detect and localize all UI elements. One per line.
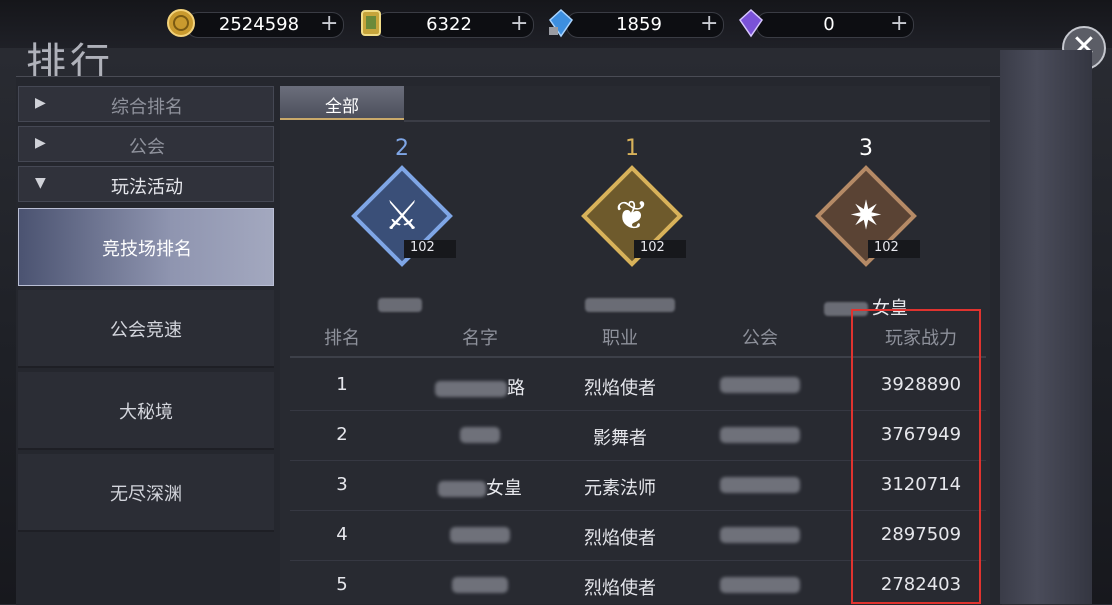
blue-crystal-currency: 1859 + xyxy=(546,8,726,38)
radiant-emblem-icon: ✷ xyxy=(849,193,883,239)
podium-rank-2[interactable]: 2 ⚔ 102 xyxy=(322,136,482,326)
phoenix-emblem-icon: ❦ xyxy=(615,193,649,239)
podium-rank-1[interactable]: 1 ❦ 102 xyxy=(552,136,712,326)
submenu-guild-race[interactable]: 公会竞速 xyxy=(18,290,274,368)
ticket-card-icon xyxy=(361,10,381,36)
menu-guild[interactable]: ▶ 公会 xyxy=(18,126,274,162)
add-ticket-button[interactable]: + xyxy=(510,13,528,35)
crossed-swords-emblem-icon: ⚔ xyxy=(384,193,420,239)
submenu-mythic-dungeon[interactable]: 大秘境 xyxy=(18,372,274,450)
add-purple-crystal-button[interactable]: + xyxy=(890,13,908,35)
add-blue-crystal-button[interactable]: + xyxy=(700,13,718,35)
submenu-arena-ranking[interactable]: 竞技场排名 xyxy=(18,208,274,286)
menu-gameplay-activities[interactable]: ▼ 玩法活动 xyxy=(18,166,274,202)
currency-bar: 2524598 + 6322 + 1859 + 0 + xyxy=(0,0,1112,48)
ticket-currency: 6322 + xyxy=(356,10,536,38)
tab-all[interactable]: 全部 xyxy=(280,86,404,120)
decorative-side-panel xyxy=(1000,50,1092,604)
blue-crystal-locked-icon xyxy=(549,8,573,38)
purple-crystal-currency: 0 + xyxy=(736,8,916,38)
power-column-highlight xyxy=(851,309,981,604)
purple-crystal-icon xyxy=(739,8,763,38)
add-gold-button[interactable]: + xyxy=(320,13,338,35)
podium-rank-3[interactable]: 3 ✷ 102 女皇 xyxy=(786,136,946,326)
gold-currency: 2524598 + xyxy=(166,9,346,38)
gold-coin-icon xyxy=(167,9,195,37)
submenu-endless-abyss[interactable]: 无尽深渊 xyxy=(18,454,274,532)
menu-overall-ranking[interactable]: ▶ 综合排名 xyxy=(18,86,274,122)
